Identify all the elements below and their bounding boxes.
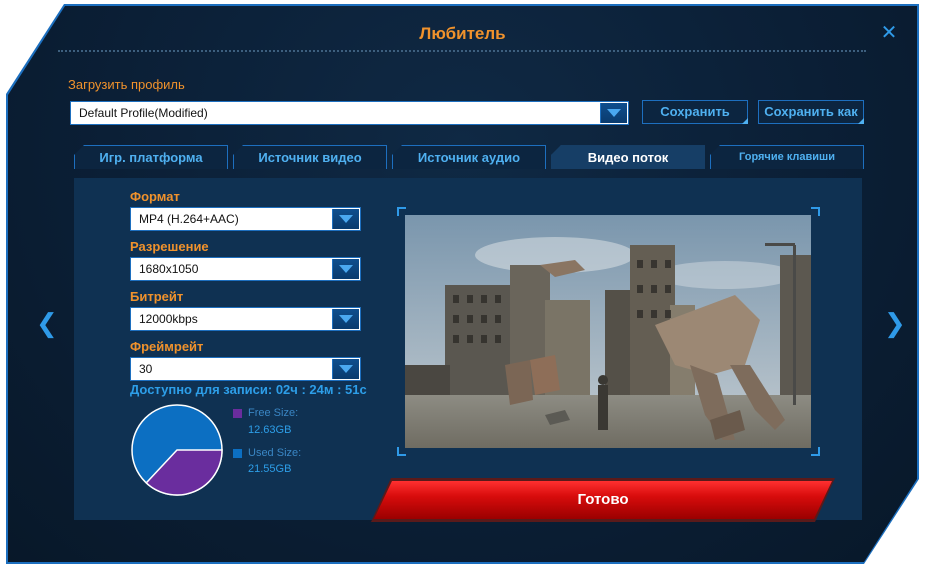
chevron-down-icon[interactable] [332,259,359,279]
tab-video-stream[interactable]: Видео поток [551,145,705,169]
window-title: Любитель [419,24,506,43]
game-preview-image [405,215,811,448]
chevron-down-icon[interactable] [332,359,359,379]
format-select[interactable]: MP4 (H.264+AAC) [130,207,361,231]
tab-video-source[interactable]: Источник видео [233,145,387,169]
resolution-select[interactable]: 1680x1050 [130,257,361,281]
used-size-label: Used Size: [248,447,302,459]
chevron-down-icon[interactable] [600,103,627,123]
free-size-value: 12.63GB [248,424,292,436]
close-icon[interactable]: ✕ [878,22,900,44]
done-button[interactable]: Готово [374,481,832,519]
profile-select[interactable]: Default Profile(Modified) [70,101,629,125]
chevron-right-icon[interactable]: ❯ [884,308,906,339]
disk-usage-pie-chart [131,404,223,496]
bitrate-value: 12000kbps [139,312,198,326]
load-profile-label: Загрузить профиль [68,77,185,92]
frame-corner-icon [811,207,820,216]
frame-corner-icon [811,447,820,456]
tab-game-platform[interactable]: Игр. платформа [74,145,228,169]
format-label: Формат [130,189,180,204]
chevron-down-icon[interactable] [332,309,359,329]
chevron-down-icon[interactable] [332,209,359,229]
profile-select-value: Default Profile(Modified) [79,106,208,120]
resolution-value: 1680x1050 [139,262,199,276]
bitrate-select[interactable]: 12000kbps [130,307,361,331]
resolution-label: Разрешение [130,239,209,254]
framerate-value: 30 [139,362,153,376]
available-record-time: Доступно для записи: 02ч : 24м : 51с [130,382,367,397]
format-value: MP4 (H.264+AAC) [139,212,239,226]
chevron-left-icon[interactable]: ❮ [36,308,58,339]
bitrate-label: Битрейт [130,289,184,304]
framerate-select[interactable]: 30 [130,357,361,381]
title-divider [58,50,866,52]
used-size-value: 21.55GB [248,463,292,475]
free-size-label: Free Size: [248,407,299,419]
tab-hotkeys[interactable]: Горячие клавиши [710,145,864,169]
save-button[interactable]: Сохранить [642,100,748,124]
save-as-button[interactable]: Сохранить как [758,100,864,124]
framerate-label: Фреймрейт [130,339,204,354]
tab-audio-source[interactable]: Источник аудио [392,145,546,169]
free-size-legend-swatch [233,409,242,418]
used-size-legend-swatch [233,449,242,458]
